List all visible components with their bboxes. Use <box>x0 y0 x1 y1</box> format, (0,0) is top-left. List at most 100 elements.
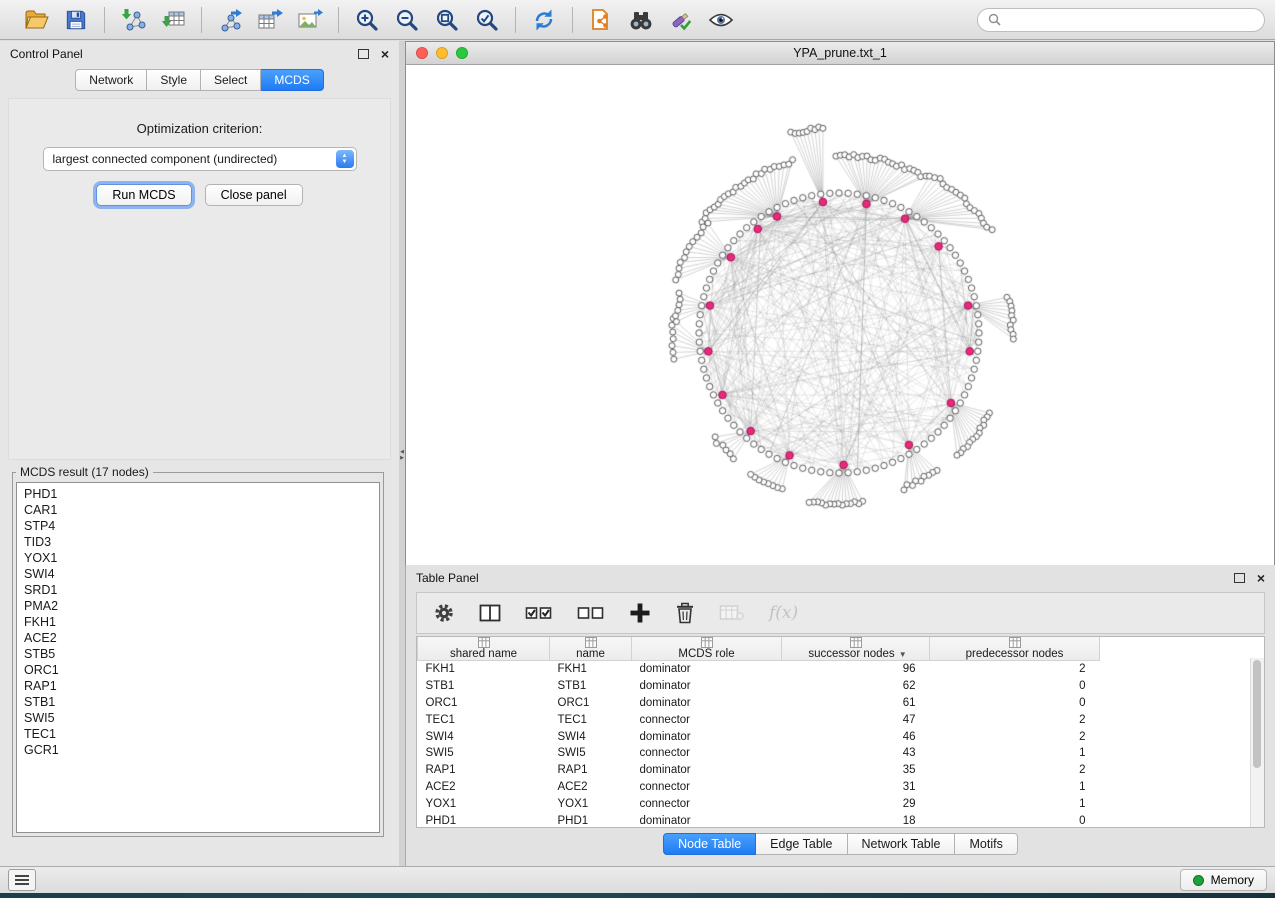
cell-predecessor-nodes[interactable]: 1 <box>930 795 1100 812</box>
network-titlebar[interactable]: YPA_prune.txt_1 <box>406 42 1274 65</box>
cell-shared-name[interactable]: SWI4 <box>418 728 550 745</box>
tab-edge-table[interactable]: Edge Table <box>756 833 847 855</box>
result-item[interactable]: YOX1 <box>24 550 372 566</box>
float-table-panel-icon[interactable] <box>1234 573 1245 583</box>
cell-successor-nodes[interactable]: 29 <box>782 795 930 812</box>
tab-network-table[interactable]: Network Table <box>848 833 956 855</box>
cell-name[interactable]: RAP1 <box>550 762 632 779</box>
deselect-all-button[interactable] <box>577 603 605 623</box>
close-table-panel-icon[interactable]: × <box>1257 573 1265 583</box>
cell-successor-nodes[interactable]: 96 <box>782 661 930 678</box>
network-canvas[interactable] <box>406 65 1274 565</box>
tab-node-table[interactable]: Node Table <box>663 833 756 855</box>
show-graphics-details-button[interactable] <box>704 4 738 36</box>
cell-successor-nodes[interactable]: 18 <box>782 812 930 828</box>
cell-successor-nodes[interactable]: 35 <box>782 762 930 779</box>
column-header-name[interactable]: name <box>550 637 632 661</box>
cell-successor-nodes[interactable]: 43 <box>782 745 930 762</box>
cell-mcds-role[interactable]: connector <box>632 745 782 762</box>
float-panel-icon[interactable] <box>358 49 369 59</box>
cell-mcds-role[interactable]: dominator <box>632 661 782 678</box>
cell-successor-nodes[interactable]: 46 <box>782 728 930 745</box>
column-header-successor-nodes[interactable]: successor nodes▼ <box>782 637 930 661</box>
task-history-button[interactable] <box>8 869 36 891</box>
cell-predecessor-nodes[interactable]: 2 <box>930 661 1100 678</box>
search-network-button[interactable] <box>624 4 658 36</box>
open-file-button[interactable] <box>19 4 53 36</box>
tab-style[interactable]: Style <box>147 69 201 91</box>
cell-predecessor-nodes[interactable]: 1 <box>930 779 1100 796</box>
cell-shared-name[interactable]: PHD1 <box>418 812 550 828</box>
run-mcds-button[interactable]: Run MCDS <box>96 184 191 206</box>
result-item[interactable]: GCR1 <box>24 742 372 758</box>
cell-mcds-role[interactable]: dominator <box>632 812 782 828</box>
cell-successor-nodes[interactable]: 61 <box>782 695 930 712</box>
cell-name[interactable]: PHD1 <box>550 812 632 828</box>
import-table-button[interactable] <box>156 4 190 36</box>
column-header-mcds-role[interactable]: MCDS role <box>632 637 782 661</box>
cell-mcds-role[interactable]: dominator <box>632 762 782 779</box>
mcds-result-list[interactable]: PHD1CAR1STP4TID3YOX1SWI4SRD1PMA2FKH1ACE2… <box>16 482 380 833</box>
zoom-window-icon[interactable] <box>456 47 468 59</box>
select-all-button[interactable] <box>525 603 553 623</box>
search-input[interactable] <box>1007 12 1254 28</box>
cell-name[interactable]: ORC1 <box>550 695 632 712</box>
table-options-button[interactable] <box>433 602 455 624</box>
zoom-fit-button[interactable] <box>430 4 464 36</box>
table-scrollbar[interactable] <box>1250 658 1264 827</box>
result-item[interactable]: PMA2 <box>24 598 372 614</box>
cell-mcds-role[interactable]: connector <box>632 795 782 812</box>
sort-dropdown-icon[interactable]: ▼ <box>899 650 907 659</box>
export-image-button[interactable] <box>293 4 327 36</box>
table-row[interactable]: FKH1FKH1dominator962 <box>418 661 1100 678</box>
result-item[interactable]: ACE2 <box>24 630 372 646</box>
cell-predecessor-nodes[interactable]: 2 <box>930 728 1100 745</box>
close-panel-button[interactable]: Close panel <box>205 184 303 206</box>
zoom-in-button[interactable] <box>350 4 384 36</box>
cell-name[interactable]: SWI5 <box>550 745 632 762</box>
cell-name[interactable]: SWI4 <box>550 728 632 745</box>
result-item[interactable]: SRD1 <box>24 582 372 598</box>
column-header-shared-name[interactable]: shared name <box>418 637 550 661</box>
apply-style-button[interactable] <box>664 4 698 36</box>
cell-shared-name[interactable]: TEC1 <box>418 711 550 728</box>
table-row[interactable]: ORC1ORC1dominator610 <box>418 695 1100 712</box>
import-network-button[interactable] <box>116 4 150 36</box>
cell-mcds-role[interactable]: dominator <box>632 695 782 712</box>
result-item[interactable]: SWI5 <box>24 710 372 726</box>
memory-button[interactable]: Memory <box>1180 869 1267 891</box>
cell-predecessor-nodes[interactable]: 2 <box>930 711 1100 728</box>
cell-successor-nodes[interactable]: 62 <box>782 678 930 695</box>
cell-predecessor-nodes[interactable]: 1 <box>930 745 1100 762</box>
cell-predecessor-nodes[interactable]: 0 <box>930 695 1100 712</box>
result-item[interactable]: STB5 <box>24 646 372 662</box>
cell-mcds-role[interactable]: dominator <box>632 728 782 745</box>
export-table-button[interactable] <box>253 4 287 36</box>
cell-mcds-role[interactable]: connector <box>632 779 782 796</box>
cell-shared-name[interactable]: FKH1 <box>418 661 550 678</box>
tab-motifs[interactable]: Motifs <box>955 833 1017 855</box>
result-item[interactable]: FKH1 <box>24 614 372 630</box>
column-header-predecessor-nodes[interactable]: predecessor nodes <box>930 637 1100 661</box>
zoom-out-button[interactable] <box>390 4 424 36</box>
cell-name[interactable]: ACE2 <box>550 779 632 796</box>
result-item[interactable]: TEC1 <box>24 726 372 742</box>
cell-mcds-role[interactable]: dominator <box>632 678 782 695</box>
import-public-database-button[interactable] <box>584 4 618 36</box>
table-row[interactable]: RAP1RAP1dominator352 <box>418 762 1100 779</box>
cell-shared-name[interactable]: RAP1 <box>418 762 550 779</box>
zoom-selected-button[interactable] <box>470 4 504 36</box>
apply-layout-button[interactable] <box>527 4 561 36</box>
create-column-button[interactable] <box>629 602 651 624</box>
result-item[interactable]: CAR1 <box>24 502 372 518</box>
close-window-icon[interactable] <box>416 47 428 59</box>
table-row[interactable]: STB1STB1dominator620 <box>418 678 1100 695</box>
delete-columns-button[interactable] <box>675 602 695 624</box>
result-item[interactable]: SWI4 <box>24 566 372 582</box>
tab-select[interactable]: Select <box>201 69 261 91</box>
table-row[interactable]: YOX1YOX1connector291 <box>418 795 1100 812</box>
table-row[interactable]: SWI5SWI5connector431 <box>418 745 1100 762</box>
show-columns-button[interactable] <box>479 603 501 623</box>
tab-mcds[interactable]: MCDS <box>261 69 323 91</box>
table-row[interactable]: ACE2ACE2connector311 <box>418 779 1100 796</box>
